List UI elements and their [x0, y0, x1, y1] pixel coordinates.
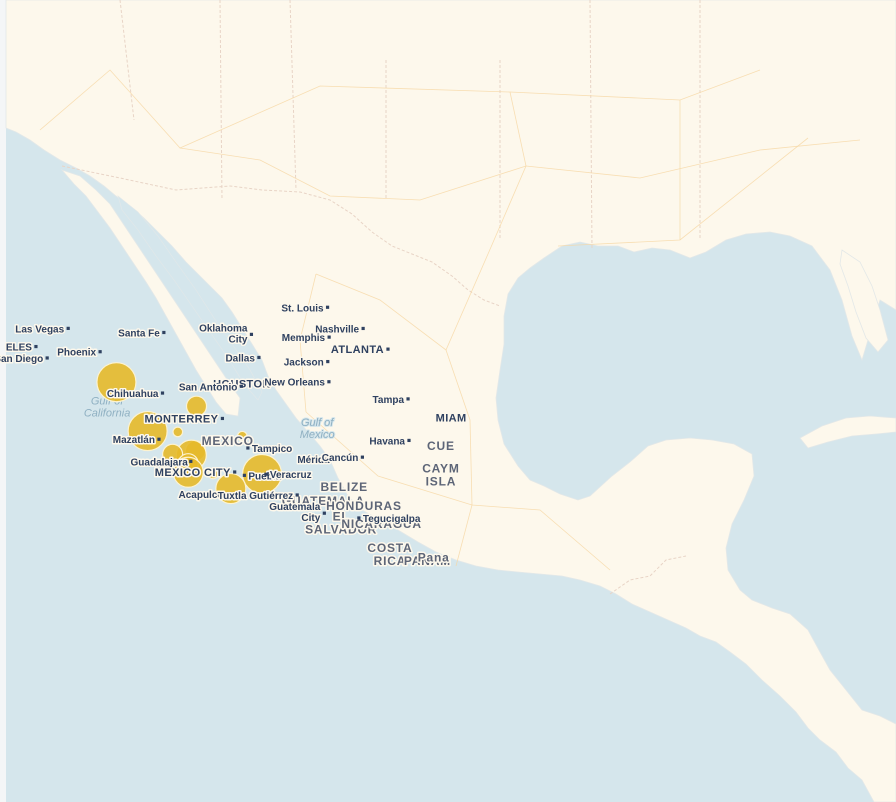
- city-label: Acapulco: [178, 490, 223, 501]
- city-label: Tuxtla Gutiérrez: [218, 491, 293, 502]
- city-marker-icon: [239, 384, 243, 388]
- city-marker-icon: [233, 470, 237, 474]
- city-st-louis[interactable]: St. Louis: [280, 302, 330, 316]
- city-label: Chihuahua: [107, 389, 159, 400]
- city-label: New Orleans: [264, 378, 325, 389]
- city-havana[interactable]: Havana: [368, 435, 411, 449]
- city-marker-icon: [162, 330, 166, 335]
- city-tuxtla-gutierrez[interactable]: Tuxtla Gutiérrez: [216, 489, 299, 503]
- city-marker-icon: [295, 493, 299, 497]
- city-san-antonio[interactable]: San Antonio: [177, 381, 243, 395]
- data-bubble[interactable]: [172, 426, 184, 438]
- city-phoenix[interactable]: Phoenix: [56, 346, 102, 360]
- city-memphis[interactable]: Memphis: [280, 332, 331, 346]
- city-mexico-city[interactable]: MEXICO CITY: [153, 466, 237, 481]
- city-marker-icon: [98, 350, 102, 354]
- city-marker-icon: [160, 391, 165, 395]
- country-label-mexico: MEXICO: [202, 434, 254, 448]
- city-marker-icon: [220, 416, 225, 421]
- city-veracruz[interactable]: Veracruz: [264, 469, 313, 483]
- country-label-cue: CUE: [427, 439, 455, 453]
- city-atlanta[interactable]: ATLANTA: [329, 343, 390, 358]
- city-label: Jackson: [284, 358, 324, 369]
- city-label: Cancún: [322, 453, 359, 464]
- city-marker-icon: [406, 397, 410, 401]
- city-marker-icon: [249, 332, 254, 336]
- city-marker-icon: [322, 511, 326, 515]
- city-marker-icon: [327, 335, 331, 339]
- city-label: Mazatlán: [113, 435, 155, 446]
- city-las-vegas[interactable]: Las Vegas: [14, 323, 70, 337]
- city-marker-icon: [66, 326, 70, 330]
- city-tampico[interactable]: Tampico: [246, 442, 294, 456]
- city-marker-icon: [386, 347, 390, 351]
- city-marker-icon: [189, 459, 193, 463]
- city-mazatlan[interactable]: Mazatlán: [111, 434, 161, 448]
- city-marker-icon: [326, 359, 330, 364]
- city-santa-fe[interactable]: Santa Fe: [117, 327, 166, 341]
- city-marker-icon: [360, 455, 364, 459]
- city-marker-icon: [325, 305, 330, 309]
- city-label: San Antonio: [179, 382, 238, 393]
- city-miam[interactable]: MIAM: [434, 411, 468, 426]
- city-marker-icon: [242, 473, 246, 477]
- city-label: Memphis: [282, 333, 326, 344]
- city-label: ATLANTA: [331, 344, 384, 356]
- country-label-pana: Pana: [418, 550, 450, 564]
- water-label-gulf-of-mexico: Gulf of Mexico: [300, 417, 335, 441]
- city-marker-icon: [45, 356, 49, 360]
- city-label: MIAM: [436, 413, 467, 425]
- city-monterrey[interactable]: MONTERREY: [143, 412, 225, 427]
- city-label: Las Vegas: [15, 324, 64, 335]
- city-label: Dallas: [225, 353, 255, 364]
- city-new-orleans[interactable]: New Orleans: [263, 376, 331, 390]
- city-label: ELES: [6, 343, 32, 354]
- city-marker-icon: [246, 446, 250, 450]
- city-marker-icon: [157, 437, 161, 441]
- city-marker-icon: [327, 380, 331, 384]
- city-label: Santa Fe: [118, 328, 160, 339]
- city-marker-icon: [357, 516, 361, 520]
- city-tegucigalpa[interactable]: Tegucigalpa: [357, 512, 422, 526]
- city-label: San Diego: [0, 354, 43, 365]
- country-label-belize: BELIZE: [320, 480, 367, 494]
- city-label: MONTERREY: [145, 413, 219, 425]
- city-marker-icon: [361, 326, 365, 331]
- city-label: Tampico: [252, 444, 292, 455]
- city-san-diego[interactable]: San Diego: [0, 352, 49, 366]
- city-label: St. Louis: [281, 303, 324, 314]
- map-margin: [0, 0, 6, 802]
- map-canvas[interactable]: Gulf of CaliforniaGulf of Mexico MEXICOBEL…: [0, 0, 896, 802]
- city-cancun[interactable]: Cancún: [320, 452, 364, 466]
- map-viewport[interactable]: Gulf of California Gulf of Mexico MEXICO BEL…: [0, 0, 896, 802]
- city-chihuahua[interactable]: Chihuahua: [105, 388, 165, 402]
- city-label: Tampa: [373, 395, 405, 406]
- city-label: Havana: [369, 436, 405, 447]
- city-marker-icon: [257, 355, 261, 360]
- city-marker-icon: [407, 438, 411, 443]
- city-marker-icon: [264, 472, 268, 476]
- city-label: MEXICO CITY: [155, 467, 231, 479]
- city-label: Tegucigalpa: [363, 514, 421, 525]
- city-marker-icon: [34, 344, 38, 349]
- city-label: Veracruz: [270, 470, 312, 481]
- city-jackson[interactable]: Jackson: [282, 356, 330, 370]
- country-label-caym-isla: CAYM ISLA: [422, 461, 459, 488]
- city-label: Phoenix: [57, 348, 96, 359]
